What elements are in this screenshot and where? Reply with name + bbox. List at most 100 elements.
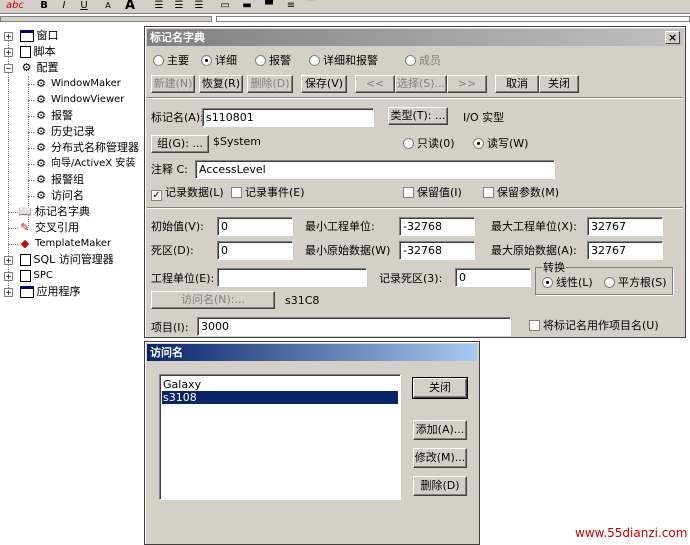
expand-plus-icon[interactable]: + (4, 272, 13, 281)
restore-button[interactable]: 恢复(R) (199, 75, 243, 93)
tree-item-script[interactable]: + 脚本 (2, 44, 56, 60)
eng-units-field[interactable] (217, 268, 367, 287)
access-name-value: s31C8 (285, 294, 320, 307)
underline-button[interactable]: U (78, 0, 90, 12)
max-raw-field[interactable]: 32767 (587, 241, 663, 260)
watermark: www.55dianzi.com (575, 526, 688, 540)
item-field[interactable]: 3000 (197, 317, 511, 336)
access-close-button[interactable]: 关闭 (412, 377, 468, 399)
line-width-icon[interactable]: ▔ (304, 0, 318, 12)
log-data-checkbox[interactable]: ✓ 记录数据(L) (151, 186, 224, 201)
radio-icon (403, 138, 414, 149)
font-smaller-button[interactable]: A (102, 0, 114, 12)
sqrt-radio[interactable]: 平方根(S) (604, 276, 667, 290)
tree-item-wizard-activex[interactable]: ⚙ 向导/ActiveX 安装 (34, 156, 135, 172)
add-button[interactable]: 添加(A)... (413, 420, 467, 440)
close-icon[interactable]: × (665, 31, 680, 44)
spell-check-button[interactable]: abc (4, 0, 26, 12)
close-button[interactable]: 关闭 (539, 75, 579, 93)
collapse-minus-icon[interactable]: − (4, 64, 13, 73)
deadband-field[interactable]: 0 (217, 241, 293, 260)
fill-color-icon[interactable]: ▬ (240, 0, 254, 12)
bold-button[interactable]: B (38, 0, 50, 12)
font-larger-button[interactable]: A (122, 0, 138, 12)
retentive-params-checkbox[interactable]: 保留参数(M) (483, 186, 559, 200)
gears-icon: ⚙ (36, 189, 46, 202)
comment-field[interactable]: AccessLevel (195, 160, 555, 179)
italic-button[interactable]: I (58, 0, 70, 12)
align-left-icon[interactable]: ☰ (152, 0, 166, 12)
tree-item-alarm-group[interactable]: ⚙ 报警组 (34, 172, 84, 188)
checkbox-icon (483, 187, 494, 198)
formatting-toolbar: abc B I U A A ☰ ☰ ☰ ▭ ▬ ▀ ≡ ▔ (0, 0, 690, 14)
mode-details-radio[interactable]: 详细 (201, 54, 237, 68)
spc-icon (19, 270, 31, 282)
script-icon (19, 46, 31, 58)
tree-item-access-name[interactable]: ⚙ 访问名 (34, 188, 84, 204)
readwrite-radio[interactable]: 读写(W) (473, 137, 528, 151)
line-color-icon[interactable]: ▭ (218, 0, 232, 12)
next-button[interactable]: >> (447, 75, 487, 93)
eng-units-label: 工程单位(E): (151, 272, 215, 285)
splitter-bar[interactable] (0, 16, 212, 22)
expand-plus-icon[interactable]: + (4, 48, 13, 57)
max-raw-label: 最大原始数据(A): (491, 244, 577, 257)
tree-item-history[interactable]: ⚙ 历史记录 (34, 124, 95, 140)
tree-item-alarm[interactable]: ⚙ 报警 (34, 108, 73, 124)
max-eu-field[interactable]: 32767 (587, 217, 663, 236)
tagname-field[interactable]: s110801 (202, 108, 374, 127)
new-button[interactable]: 新建(N) (151, 75, 195, 93)
initial-value-field[interactable]: 0 (217, 217, 293, 236)
cancel-button[interactable]: 取消 (495, 75, 539, 93)
mode-details-alarm-radio[interactable]: 详细和报警 (309, 54, 378, 68)
tree-item-distributed-name-manager[interactable]: ⚙ 分布式名称管理器 (34, 140, 139, 156)
min-eu-field[interactable]: -32768 (399, 217, 475, 236)
mode-main-radio[interactable]: 主要 (153, 54, 189, 68)
radio-icon (153, 55, 164, 66)
tree-item-templatemaker[interactable]: ◆ TemplateMaker (18, 236, 111, 252)
min-raw-field[interactable]: -32768 (399, 241, 475, 260)
min-raw-label: 最小原始数据(W) (305, 244, 391, 257)
tree-item-windowviewer[interactable]: ⚙ WindowViewer (34, 92, 124, 108)
separator (147, 207, 683, 209)
expand-plus-icon[interactable]: + (4, 32, 13, 41)
delete-button[interactable]: 删除(D) (247, 75, 293, 93)
radio-checked-icon (542, 277, 553, 288)
list-item-s3108[interactable]: s3108 (161, 390, 399, 405)
tree-item-spc[interactable]: + SPC (2, 268, 53, 284)
access-name-list[interactable]: Galaxy s3108 (159, 374, 401, 500)
log-events-checkbox[interactable]: 记录事件(E) (231, 186, 305, 200)
align-center-icon[interactable]: ☰ (172, 0, 186, 12)
readonly-radio[interactable]: 只读(0) (403, 137, 455, 151)
access-name-button[interactable]: 访问名(N):... (151, 291, 275, 309)
retentive-value-checkbox[interactable]: 保留值(I) (403, 186, 462, 200)
expand-plus-icon[interactable]: + (4, 288, 13, 297)
text-color-icon[interactable]: ▀ (262, 0, 276, 12)
save-button[interactable]: 保存(V) (301, 75, 347, 93)
tree-item-application[interactable]: + 应用程序 (2, 284, 81, 300)
linear-radio[interactable]: 线性(L) (542, 276, 593, 290)
log-deadband-field[interactable]: 0 (455, 268, 531, 287)
tree-item-windowmaker[interactable]: ⚙ WindowMaker (34, 76, 121, 92)
checkbox-icon (529, 320, 540, 331)
access-delete-button[interactable]: 删除(D) (413, 476, 467, 496)
group-button[interactable]: 组(G): ... (151, 135, 209, 153)
prev-button[interactable]: << (355, 75, 395, 93)
mode-alarm-radio[interactable]: 报警 (255, 54, 291, 68)
mode-members-radio[interactable]: 成员 (405, 54, 441, 68)
tree-item-tag-dictionary[interactable]: 📖 标记名字典 (18, 204, 90, 220)
tree-item-config[interactable]: − ⚙ 配置 (2, 60, 59, 76)
type-value: I/O 实型 (463, 111, 505, 124)
tree-item-cross-reference[interactable]: ✎ 交叉引用 (18, 220, 79, 236)
type-button[interactable]: 类型(T): ... (388, 107, 448, 125)
expand-plus-icon[interactable]: + (4, 256, 13, 265)
tree-item-sql-access-manager[interactable]: + SQL 访问管理器 (2, 252, 114, 268)
separator (147, 97, 683, 99)
align-right-icon[interactable]: ☰ (192, 0, 206, 12)
use-tagname-checkbox[interactable]: 将标记名用作项目名(U) (529, 319, 659, 333)
select-button[interactable]: 选择(S)... (395, 75, 447, 93)
tree-item-window[interactable]: + 窗口 (2, 28, 59, 44)
modify-button[interactable]: 修改(M)... (413, 448, 467, 468)
line-style-icon[interactable]: ≡ (284, 0, 298, 12)
list-item-galaxy[interactable]: Galaxy (162, 378, 398, 391)
